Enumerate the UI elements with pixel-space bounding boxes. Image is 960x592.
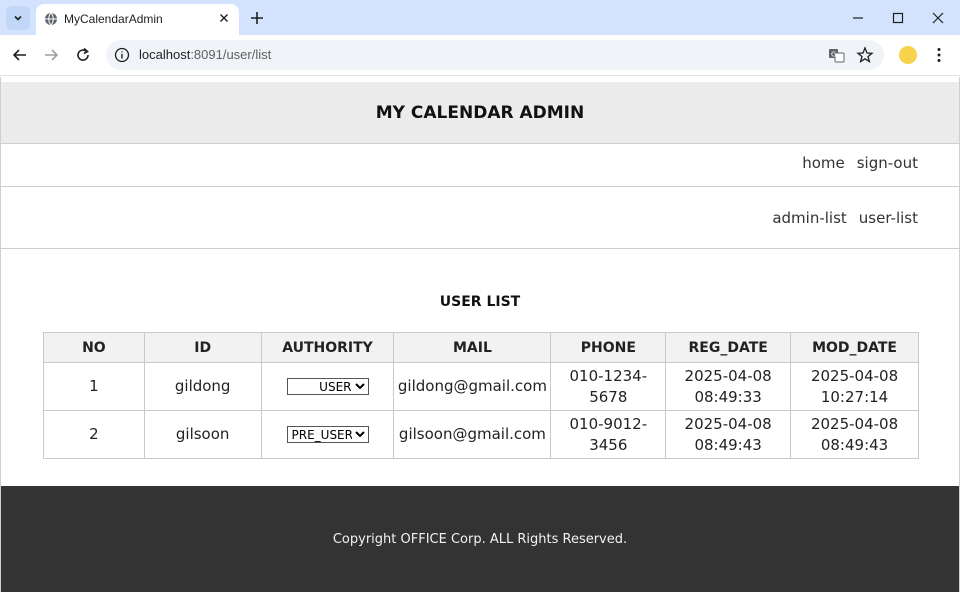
reg-time: 08:49:43 bbox=[694, 435, 762, 454]
tab-search-button[interactable] bbox=[6, 6, 30, 30]
new-tab-icon[interactable] bbox=[248, 9, 266, 27]
reload-icon[interactable] bbox=[74, 46, 92, 64]
mod-date: 2025-04-08 bbox=[810, 414, 899, 433]
cell-authority: PRE_USER bbox=[260, 410, 395, 459]
authority-select[interactable]: PRE_USER bbox=[286, 426, 369, 443]
maximize-icon[interactable] bbox=[889, 9, 907, 27]
column-header-phone: PHONE bbox=[550, 332, 667, 363]
address-bar[interactable]: localhost:8091/user/list G bbox=[106, 40, 884, 70]
mod-time: 08:49:43 bbox=[820, 435, 889, 454]
cell-reg-date: 2025-04-08 08:49:33 bbox=[665, 362, 792, 411]
cell-reg-date: 2025-04-08 08:49:43 bbox=[665, 410, 792, 459]
column-header-mail: MAIL bbox=[393, 332, 552, 363]
cell-id: gilsoon bbox=[143, 410, 262, 459]
tab-title: MyCalendarAdmin bbox=[64, 12, 163, 26]
window-close-icon[interactable] bbox=[929, 9, 947, 27]
cell-authority: USER bbox=[260, 362, 395, 411]
browser-toolbar: localhost:8091/user/list G bbox=[0, 35, 960, 76]
cell-id: gildong bbox=[143, 362, 262, 411]
mod-time: 10:27:14 bbox=[820, 387, 889, 406]
globe-icon bbox=[45, 12, 57, 26]
page-viewport: MY CALENDAR ADMIN home sign-out admin-li… bbox=[0, 77, 960, 592]
reg-date: 2025-04-08 bbox=[684, 366, 772, 385]
cell-mod-date: 2025-04-08 10:27:14 bbox=[790, 362, 919, 411]
forward-arrow-icon[interactable] bbox=[42, 46, 60, 64]
site-footer: Copyright OFFICE Corp. ALL Rights Reserv… bbox=[1, 486, 959, 592]
table-row: 1 gildong USER gildong@gmail.com 010-123… bbox=[43, 362, 919, 411]
sign-out-link[interactable]: sign-out bbox=[857, 154, 918, 172]
reg-date: 2025-04-08 bbox=[684, 414, 772, 433]
site-info-icon[interactable] bbox=[114, 47, 130, 63]
site-title: MY CALENDAR ADMIN bbox=[375, 102, 585, 123]
browser-tab-bar: MyCalendarAdmin bbox=[0, 0, 960, 35]
more-options-icon[interactable] bbox=[930, 46, 948, 64]
url-host: localhost bbox=[139, 47, 191, 62]
translate-icon[interactable]: G bbox=[828, 47, 845, 64]
cell-phone: 010-9012-3456 bbox=[550, 410, 667, 459]
column-header-id: ID bbox=[143, 332, 262, 363]
authority-select[interactable]: USER bbox=[286, 378, 369, 395]
column-header-no: NO bbox=[43, 332, 145, 363]
home-link[interactable]: home bbox=[802, 154, 845, 172]
cell-no: 1 bbox=[43, 362, 145, 411]
cell-mail: gildong@gmail.com bbox=[393, 362, 552, 411]
close-icon[interactable] bbox=[217, 11, 231, 25]
minimize-icon[interactable] bbox=[849, 9, 867, 27]
extension-icon[interactable] bbox=[899, 46, 917, 64]
browser-tab[interactable]: MyCalendarAdmin bbox=[36, 4, 239, 35]
copyright-text: Copyright OFFICE Corp. ALL Rights Reserv… bbox=[332, 531, 628, 547]
mod-date: 2025-04-08 bbox=[810, 366, 899, 385]
table-row: 2 gilsoon PRE_USER gilsoon@gmail.com 010… bbox=[43, 410, 919, 459]
url-path: :8091/user/list bbox=[190, 47, 272, 62]
cell-mod-date: 2025-04-08 08:49:43 bbox=[790, 410, 919, 459]
url-text[interactable]: localhost:8091/user/list bbox=[139, 47, 271, 62]
sub-nav: admin-list user-list bbox=[1, 187, 959, 249]
column-header-reg-date: REG_DATE bbox=[665, 332, 792, 363]
column-header-authority: AUTHORITY bbox=[260, 332, 395, 363]
back-arrow-icon[interactable] bbox=[11, 46, 29, 64]
cell-no: 2 bbox=[43, 410, 145, 459]
top-nav: home sign-out bbox=[1, 144, 959, 187]
svg-text:G: G bbox=[831, 51, 836, 59]
page-title: USER LIST bbox=[439, 294, 521, 310]
chevron-down-icon bbox=[14, 15, 22, 21]
admin-list-link[interactable]: admin-list bbox=[772, 209, 846, 227]
user-list-link[interactable]: user-list bbox=[859, 209, 918, 227]
reg-time: 08:49:33 bbox=[694, 387, 762, 406]
table-header-row: NO ID AUTHORITY MAIL PHONE REG_DATE MOD_… bbox=[43, 332, 919, 363]
user-table: NO ID AUTHORITY MAIL PHONE REG_DATE MOD_… bbox=[43, 332, 919, 459]
bookmark-star-icon[interactable] bbox=[856, 46, 874, 64]
site-header: MY CALENDAR ADMIN bbox=[1, 82, 959, 144]
column-header-mod-date: MOD_DATE bbox=[790, 332, 919, 363]
cell-mail: gilsoon@gmail.com bbox=[393, 410, 552, 459]
cell-phone: 010-1234-5678 bbox=[550, 362, 667, 411]
